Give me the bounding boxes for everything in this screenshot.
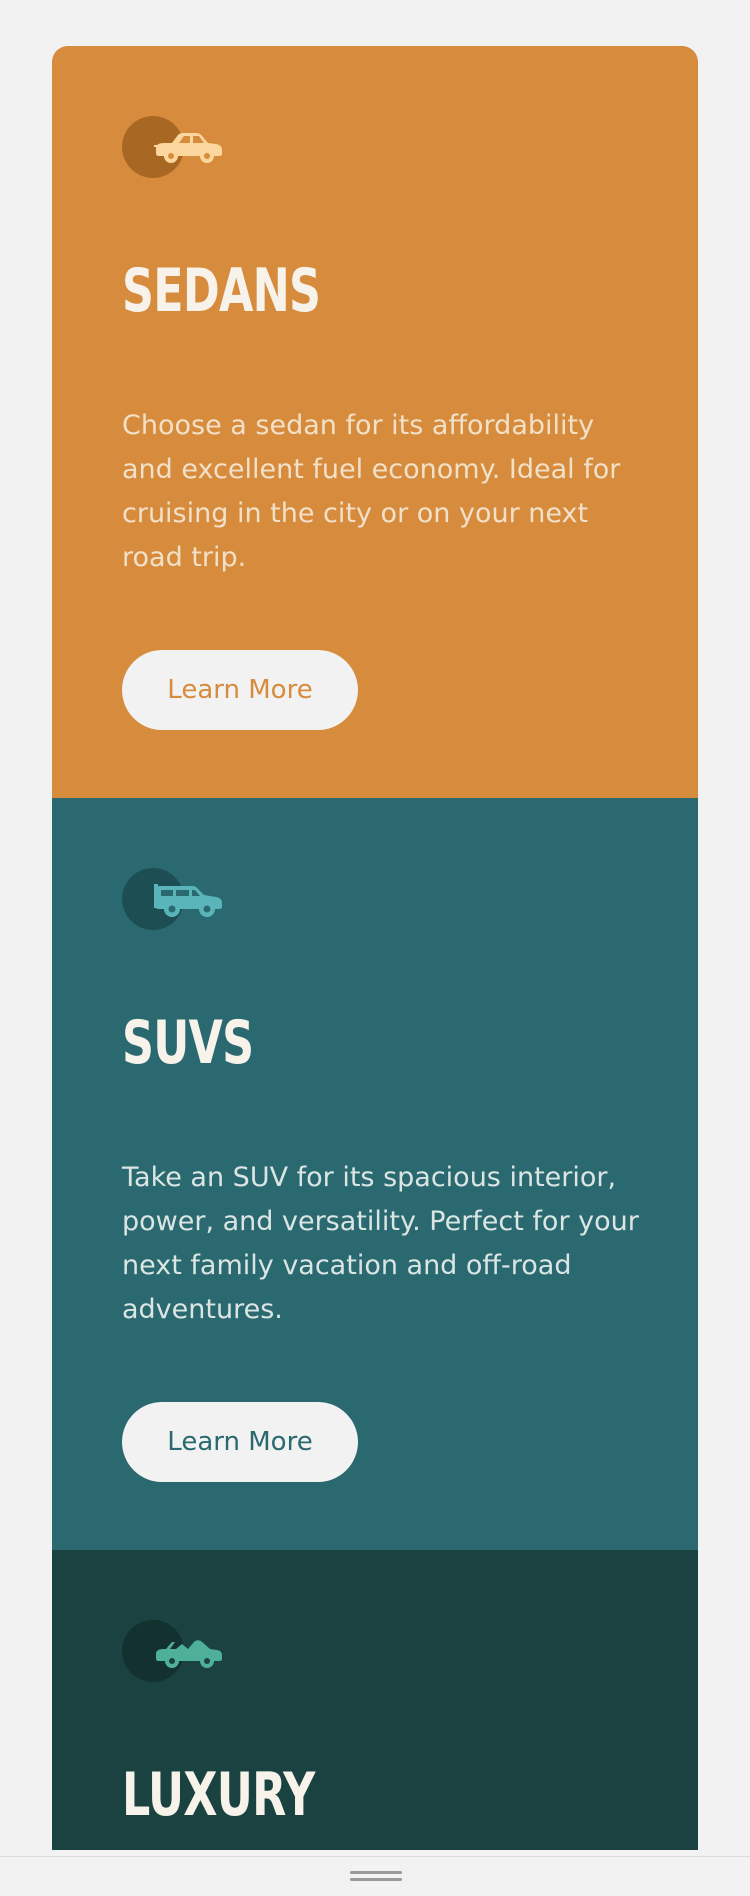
car-category-cards: SEDANS Choose a sedan for its affordabil… bbox=[52, 46, 698, 1850]
suvs-card: SUVS Take an SUV for its spacious interi… bbox=[52, 798, 698, 1550]
luxury-card: LUXURY bbox=[52, 1550, 698, 1850]
card-title: LUXURY bbox=[122, 1760, 315, 1830]
suv-car-icon bbox=[154, 884, 222, 917]
card-description: Choose a sedan for its affordability and… bbox=[122, 410, 621, 573]
learn-more-button-suvs[interactable]: Learn More bbox=[122, 1402, 358, 1482]
bottom-bar bbox=[0, 1856, 750, 1896]
suv-icon-wrap bbox=[122, 868, 226, 932]
luxury-icon-wrap bbox=[122, 1620, 226, 1684]
sedan-icon-wrap bbox=[122, 116, 226, 180]
card-description: Take an SUV for its spacious interior, p… bbox=[122, 1162, 639, 1325]
page: SEDANS Choose a sedan for its affordabil… bbox=[0, 0, 750, 1896]
convertible-car-icon bbox=[156, 1640, 222, 1668]
sedans-card: SEDANS Choose a sedan for its affordabil… bbox=[52, 46, 698, 798]
learn-more-button-sedans[interactable]: Learn More bbox=[122, 650, 358, 730]
card-title: SEDANS bbox=[122, 256, 321, 326]
sedan-car-icon bbox=[154, 133, 222, 163]
card-title: SUVS bbox=[122, 1008, 254, 1078]
drag-handle-icon[interactable] bbox=[350, 1871, 402, 1881]
